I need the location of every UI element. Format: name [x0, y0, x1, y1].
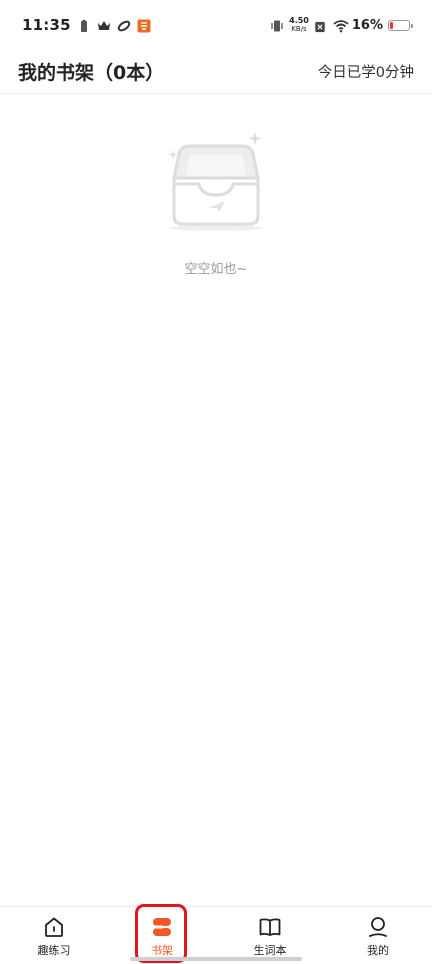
battery-saver-icon [77, 18, 91, 32]
nav-item-mine[interactable]: 我的 [324, 907, 432, 964]
nav-item-practice[interactable]: 趣练习 [0, 907, 108, 964]
battery-icon [388, 19, 413, 31]
home-indicator[interactable] [130, 957, 302, 961]
vibrate-icon [270, 18, 284, 32]
book-icon [259, 918, 281, 936]
status-bar-left: 11:35 [22, 16, 151, 34]
network-speed-value: 4.50 [289, 16, 309, 25]
nav-item-vocabulary[interactable]: 生词本 [216, 907, 324, 964]
app-badge-icon [137, 18, 151, 33]
empty-message: 空空如也~ [184, 262, 248, 277]
no-sim-icon [314, 18, 328, 33]
empty-state: 空空如也~ [0, 128, 432, 277]
empty-box-icon [168, 132, 262, 231]
battery-level-fill [390, 21, 393, 29]
wifi-icon [333, 18, 349, 33]
network-speed: 4.50 KB/s [289, 16, 309, 34]
home-icon [45, 917, 63, 937]
profile-icon [369, 917, 387, 937]
bookshelf-icon [153, 918, 171, 936]
page-title: 我的书架（0本） [18, 62, 165, 84]
nav-item-bookshelf[interactable]: 书架 [108, 907, 216, 964]
page-header: 我的书架（0本） 今日已学0分钟 [0, 50, 432, 94]
bottom-nav: 趣练习 书架 生词本 我的 [0, 906, 432, 964]
today-study-time: 今日已学0分钟 [317, 65, 414, 81]
nav-label-bookshelf: 书架 [151, 944, 173, 957]
nav-label-practice: 趣练习 [37, 944, 71, 957]
crown-icon [97, 18, 111, 32]
battery-percent: 16% [351, 17, 383, 33]
sync-icon [117, 18, 131, 32]
network-speed-unit: KB/s [291, 25, 307, 33]
status-bar-right: 4.50 KB/s 16% [270, 16, 413, 34]
nav-label-mine: 我的 [367, 944, 389, 957]
nav-label-vocabulary: 生词本 [253, 944, 287, 957]
status-time: 11:35 [22, 16, 71, 34]
status-bar: 11:35 4.50 KB/s 16% [0, 0, 432, 50]
